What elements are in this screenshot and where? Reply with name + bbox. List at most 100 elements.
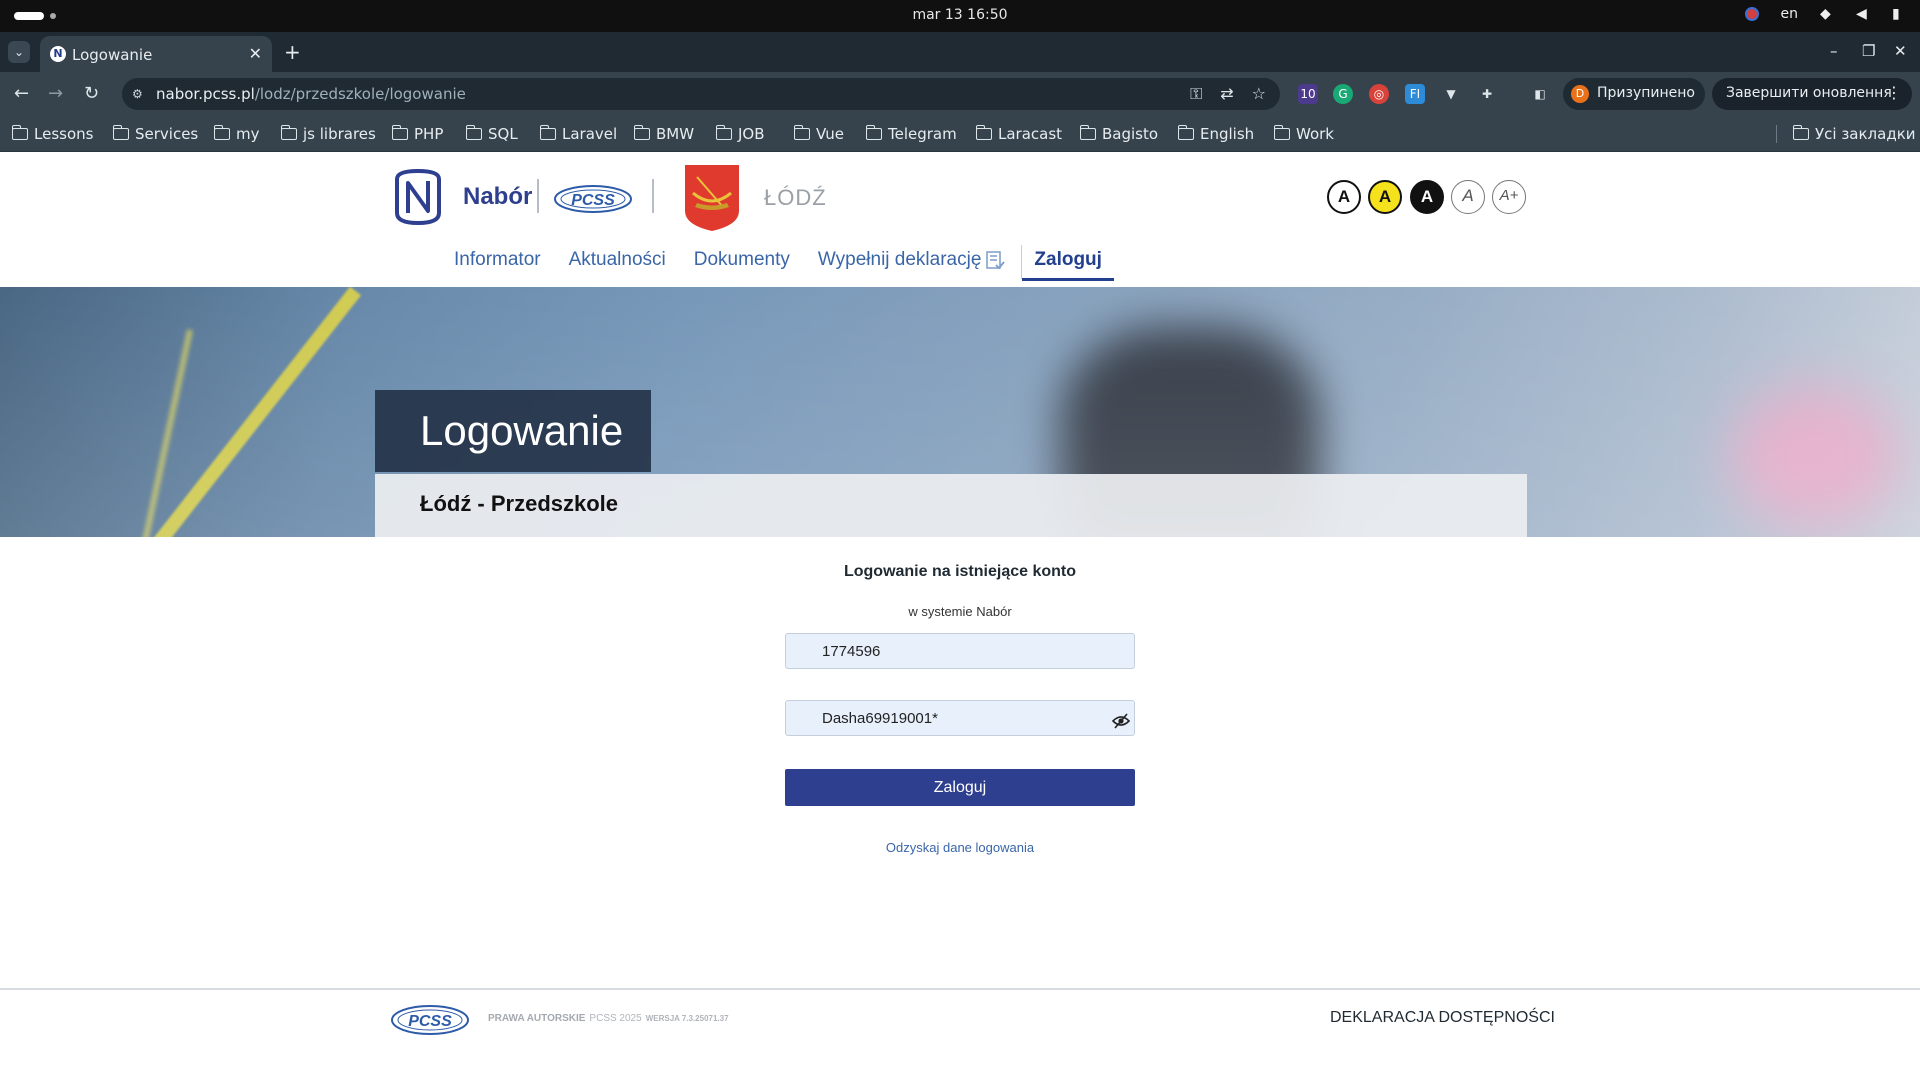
bookmark-folder-bagisto[interactable]: Bagisto [1079, 125, 1158, 143]
reload-icon[interactable]: ↻ [84, 83, 99, 104]
folder-icon [1273, 125, 1290, 140]
tab-title: Logowanie [72, 46, 153, 64]
bookmark-folder-english[interactable]: English [1177, 125, 1254, 143]
os-top-bar: mar 13 16:50 en ◆ ◀ ▮ [0, 0, 1920, 32]
login-subheading: w systemie Nabór [908, 604, 1012, 619]
bookmark-label: my [236, 125, 260, 143]
minimize-icon[interactable]: – [1830, 42, 1838, 60]
vue-devtools-icon[interactable]: ▼ [1441, 84, 1461, 104]
footer-copyright-text: PCSS 2025 [589, 1013, 642, 1024]
update-button[interactable]: Завершити оновлення ⋮ [1712, 78, 1912, 110]
bookmark-folder-js-librares[interactable]: js librares [280, 125, 376, 143]
nabor-logo-icon[interactable] [393, 169, 443, 225]
restore-icon[interactable]: ❐ [1862, 42, 1875, 60]
folder-icon [539, 125, 556, 140]
folder-icon [865, 125, 882, 140]
login-input[interactable] [785, 633, 1135, 669]
contrast-default-button[interactable]: A [1327, 180, 1361, 214]
footer-pcss-logo-icon[interactable]: PCSS [390, 1003, 474, 1037]
contrast-black-button[interactable]: A [1410, 180, 1444, 214]
all-bookmarks-label: Усі закладки [1815, 125, 1916, 143]
bookmark-label: js librares [303, 125, 376, 143]
password-input[interactable] [785, 700, 1135, 736]
login-submit-button[interactable]: Zaloguj [785, 769, 1135, 806]
pcss-logo-icon[interactable]: PCSS [553, 183, 637, 215]
lodz-coat-of-arms-icon[interactable] [683, 163, 741, 233]
tab-logowanie[interactable]: N Logowanie ✕ [40, 36, 272, 72]
bookmark-folder-php[interactable]: PHP [391, 125, 443, 143]
nav-zaloguj[interactable]: Zaloguj [1022, 245, 1114, 281]
battery-icon[interactable]: ▮ [1892, 7, 1906, 21]
browser-toolbar: ← → ↻ ⚙ nabor.pcss.pl/lodz/przedszkole/l… [0, 72, 1920, 116]
bookmark-folder-telegram[interactable]: Telegram [865, 125, 957, 143]
bookmarks-bar: Усі закладки Lessons Services my js librare… [0, 116, 1920, 152]
bookmark-star-icon[interactable]: ☆ [1252, 84, 1266, 104]
bookmark-label: Laravel [562, 125, 618, 143]
extension-badge-icon[interactable]: 10 [1298, 84, 1318, 104]
bookmark-folder-job[interactable]: JOB [715, 125, 765, 143]
contrast-yellow-button[interactable]: A [1368, 180, 1402, 214]
font-normal-button[interactable]: A [1451, 180, 1485, 214]
password-key-icon[interactable]: ⚿ [1190, 84, 1202, 104]
bookmarks-separator [1776, 125, 1777, 143]
back-icon[interactable]: ← [14, 83, 29, 104]
bookmark-folder-services[interactable]: Services [112, 125, 198, 143]
bookmark-label: SQL [488, 125, 518, 143]
tab-close-icon[interactable]: ✕ [249, 44, 262, 63]
recover-credentials-link[interactable]: Odzyskaj dane logowania [0, 840, 1920, 855]
folder-icon [1177, 125, 1194, 140]
side-panel-icon[interactable]: ◧ [1530, 84, 1550, 104]
bookmark-folder-work[interactable]: Work [1273, 125, 1334, 143]
font-larger-button[interactable]: A+ [1492, 180, 1526, 214]
all-bookmarks-folder[interactable]: Усі закладки [1792, 125, 1916, 143]
extensions-puzzle-icon[interactable]: ✚ [1477, 84, 1497, 104]
profile-status: Призупинено [1597, 85, 1695, 101]
volume-icon[interactable]: ◀ [1856, 7, 1870, 21]
bookmark-label: Vue [816, 125, 844, 143]
header-divider [652, 179, 654, 213]
folder-icon [213, 125, 230, 140]
toggle-password-visibility-icon[interactable] [1112, 712, 1130, 730]
bookmark-folder-sql[interactable]: SQL [465, 125, 518, 143]
tab-search-button[interactable]: ⌄ [8, 41, 30, 63]
clock[interactable]: mar 13 16:50 [0, 7, 1920, 23]
new-tab-button[interactable]: + [284, 40, 301, 64]
folder-icon [465, 125, 482, 140]
nav-wypelnij-deklaracje[interactable]: Wypełnij deklarację [806, 245, 1018, 279]
brand-name[interactable]: Nabór [463, 183, 532, 211]
nav-dokumenty[interactable]: Dokumenty [682, 245, 802, 279]
bookmark-folder-laracast[interactable]: Laracast [975, 125, 1063, 143]
page-subtitle: Łódź - Przedszkole [420, 491, 619, 516]
wifi-icon[interactable]: ◆ [1820, 7, 1834, 21]
forward-icon[interactable]: → [48, 83, 63, 104]
address-bar[interactable]: ⚙ nabor.pcss.pl/lodz/przedszkole/logowan… [122, 78, 1280, 110]
extension-red-icon[interactable]: ◎ [1369, 84, 1389, 104]
url-text[interactable]: nabor.pcss.pl/lodz/przedszkole/logowanie [156, 85, 466, 103]
bookmark-label: JOB [738, 125, 765, 143]
system-tray[interactable]: en ◆ ◀ ▮ [1744, 6, 1907, 22]
bookmark-folder-lessons[interactable]: Lessons [11, 125, 93, 143]
nav-aktualnosci[interactable]: Aktualności [557, 245, 678, 279]
bookmark-folder-bmw[interactable]: BMW [633, 125, 694, 143]
bookmark-label: Telegram [888, 125, 957, 143]
more-menu-icon[interactable]: ⋮ [1886, 83, 1902, 102]
city-name: ŁÓDŹ [764, 185, 827, 210]
screen-recorder-icon[interactable] [1744, 7, 1759, 21]
footer-version: WERSJA 7.3.25071.37 [645, 1014, 729, 1023]
bookmark-folder-my[interactable]: my [213, 125, 260, 143]
footer-divider [0, 988, 1920, 990]
bookmark-folder-laravel[interactable]: Laravel [539, 125, 618, 143]
extension-fi-icon[interactable]: FI [1405, 84, 1425, 104]
grammarly-icon[interactable]: G [1333, 84, 1353, 104]
profile-button[interactable]: D Призупинено [1563, 78, 1705, 110]
window-close-icon[interactable]: ✕ [1894, 42, 1907, 60]
folder-icon [391, 125, 408, 140]
site-info-icon[interactable]: ⚙ [132, 86, 148, 102]
nav-informator[interactable]: Informator [442, 245, 553, 279]
bookmark-label: Laracast [998, 125, 1063, 143]
translate-icon[interactable]: ⇄ [1220, 84, 1233, 104]
browser-tab-strip: ⌄ N Logowanie ✕ + – ❐ ✕ [0, 32, 1920, 72]
accessibility-declaration-link[interactable]: DEKLARACJA DOSTĘPNOŚCI [1330, 1009, 1555, 1027]
keyboard-language[interactable]: en [1781, 6, 1799, 22]
bookmark-folder-vue[interactable]: Vue [793, 125, 844, 143]
